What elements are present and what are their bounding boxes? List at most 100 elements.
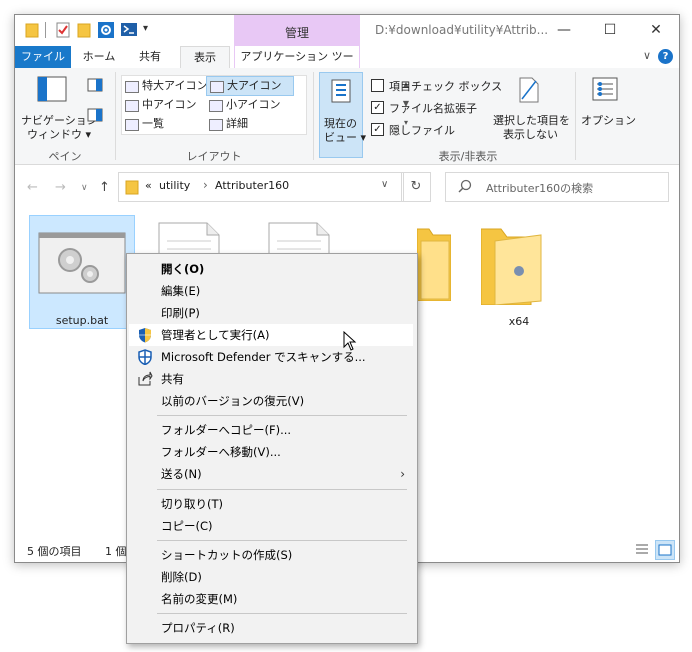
menu-edit[interactable]: 編集(E) — [129, 280, 413, 302]
search-icon — [458, 179, 472, 196]
share-icon — [137, 371, 153, 387]
item-checkbox-label: 項目チェック ボックス — [389, 80, 503, 93]
folder-icon — [125, 179, 139, 198]
hide-selected-label-2: 表示しない — [503, 128, 558, 141]
tab-home[interactable]: ホーム — [75, 46, 123, 68]
extensions-label: ファイル名拡張子 — [389, 102, 477, 115]
menu-rename[interactable]: 名前の変更(M) — [129, 588, 413, 610]
details-pane-icon[interactable] — [87, 108, 103, 125]
refresh-button[interactable]: ↻ — [401, 172, 431, 202]
help-icon[interactable]: ? — [658, 49, 673, 64]
back-arrow-icon[interactable]: ← — [27, 180, 38, 195]
menu-copy-to-folder[interactable]: フォルダーへコピー(F)... — [129, 419, 413, 441]
window-title: D:¥download¥utility¥Attrib... — [375, 23, 549, 37]
chevron-right-icon: › — [400, 467, 405, 481]
properties-icon[interactable] — [55, 22, 71, 41]
breadcrumb-prefix[interactable]: « — [145, 179, 152, 192]
defender-icon — [137, 349, 153, 366]
pane-group-label: ペイン — [48, 150, 82, 163]
file-setup-bat[interactable]: setup.bat — [29, 215, 135, 329]
large-icons-icon — [210, 81, 224, 93]
forward-arrow-icon[interactable]: → — [55, 180, 66, 195]
layout-large-icons[interactable]: 大アイコン — [206, 76, 294, 96]
layout-details[interactable]: 詳細 — [206, 115, 248, 133]
menu-move-to-folder[interactable]: フォルダーへ移動(V)... — [129, 441, 413, 463]
current-view-button[interactable]: 現在の ビュー ▾ — [319, 72, 367, 158]
folder-icon — [25, 22, 39, 41]
ribbon-collapse-button[interactable]: ∨ — [643, 49, 651, 62]
address-bar[interactable]: « utility › Attributer160 ∨ — [118, 172, 404, 202]
search-placeholder: Attributer160の検索 — [486, 182, 594, 195]
menu-print[interactable]: 印刷(P) — [129, 302, 413, 324]
list-icon — [125, 119, 139, 131]
menu-open[interactable]: 開く(O) — [129, 258, 413, 280]
menu-properties[interactable]: プロパティ(R) — [129, 617, 413, 639]
maximize-button[interactable]: ☐ — [587, 15, 633, 46]
details-icon — [209, 119, 223, 131]
hide-selected-icon — [518, 77, 540, 106]
tab-file[interactable]: ファイル — [15, 46, 71, 68]
hidden-files-checkbox[interactable]: ✓ — [371, 123, 384, 136]
folder-x64[interactable]: x64 — [467, 215, 571, 328]
navigation-pane-icon — [37, 76, 67, 105]
tab-view[interactable]: 表示 — [180, 46, 230, 69]
new-folder-icon[interactable] — [77, 22, 91, 41]
options-icon — [592, 77, 618, 104]
menu-run-as-admin[interactable]: 管理者として実行(A) — [129, 324, 413, 346]
ribbon-panel: ナビゲーション ウィンドウ ▾ ペイン 特大アイコン 大アイコン 中アイコン 小… — [15, 68, 679, 165]
navigation-pane-button-line2: ウィンドウ ▾ — [27, 128, 92, 141]
tab-share[interactable]: 共有 — [127, 46, 173, 68]
menu-cut[interactable]: 切り取り(T) — [129, 493, 413, 515]
address-dropdown-icon[interactable]: ∨ — [381, 179, 388, 190]
current-view-icon — [330, 79, 352, 106]
mouse-cursor-icon — [343, 330, 357, 354]
quick-access-dropdown[interactable]: ▾ — [143, 23, 148, 34]
menu-defender-scan[interactable]: Microsoft Defender でスキャンする... — [129, 346, 413, 368]
menu-restore-previous[interactable]: 以前のバージョンの復元(V) — [129, 390, 413, 412]
layout-medium-icons[interactable]: 中アイコン — [122, 96, 196, 114]
layout-gallery: 特大アイコン 大アイコン 中アイコン 小アイコン 一覧 詳細 ▲ ▼ ▾ — [121, 75, 409, 135]
menu-create-shortcut[interactable]: ショートカットの作成(S) — [129, 544, 413, 566]
small-icons-icon — [209, 100, 223, 112]
item-checkbox-toggle[interactable] — [371, 79, 384, 92]
search-box[interactable]: Attributer160の検索 — [445, 172, 669, 202]
breadcrumb-utility[interactable]: utility — [159, 179, 190, 192]
batch-file-icon — [38, 232, 126, 297]
extensions-checkbox[interactable]: ✓ — [371, 101, 384, 114]
menu-share[interactable]: 共有 — [129, 368, 413, 390]
folder-name: x64 — [508, 315, 530, 328]
current-view-label-2: ビュー ▾ — [324, 131, 367, 144]
extra-large-icons-icon — [125, 81, 139, 93]
breadcrumb-attributer160[interactable]: Attributer160 — [215, 179, 289, 192]
terminal-icon[interactable] — [121, 22, 137, 41]
show-hide-group-label: 表示/非表示 — [438, 150, 498, 163]
recent-dropdown-icon[interactable]: ∨ — [81, 183, 88, 193]
selected-count: 1 個 — [105, 545, 127, 558]
close-button[interactable]: ✕ — [633, 15, 679, 46]
ribbon-tabs: ファイル ホーム 共有 表示 アプリケーション ツール ∨ ? — [15, 46, 679, 85]
hidden-files-label: 隠しファイル — [389, 124, 455, 137]
settings-icon[interactable] — [98, 22, 114, 41]
title-bar: ▾ 管理 D:¥download¥utility¥Attrib... — ☐ ✕ — [15, 15, 679, 46]
menu-send-to[interactable]: 送る(N) › — [129, 463, 413, 485]
layout-group-label: レイアウト — [186, 150, 242, 163]
preview-pane-icon[interactable] — [87, 78, 103, 95]
folder-icon[interactable] — [416, 225, 452, 304]
breadcrumb-separator[interactable]: › — [203, 178, 208, 192]
manage-tab-header[interactable]: 管理 — [234, 15, 360, 46]
layout-small-icons[interactable]: 小アイコン — [206, 96, 280, 114]
tab-application-tools[interactable]: アプリケーション ツール — [234, 46, 360, 85]
options-button[interactable]: オプション — [581, 112, 636, 128]
context-menu: 開く(O) 編集(E) 印刷(P) 管理者として実行(A) Microsoft … — [126, 253, 418, 644]
details-view-icon[interactable] — [633, 540, 651, 561]
large-icons-view-icon[interactable] — [655, 540, 675, 560]
menu-copy[interactable]: コピー(C) — [129, 515, 413, 537]
minimize-button[interactable]: — — [541, 15, 587, 46]
shield-icon — [137, 327, 153, 343]
up-arrow-icon[interactable]: ↑ — [99, 180, 110, 195]
layout-list[interactable]: 一覧 — [122, 115, 164, 133]
layout-extra-large-icons[interactable]: 特大アイコン — [122, 77, 207, 95]
menu-delete[interactable]: 削除(D) — [129, 566, 413, 588]
file-name: setup.bat — [55, 314, 109, 327]
folder-icon — [480, 225, 545, 308]
